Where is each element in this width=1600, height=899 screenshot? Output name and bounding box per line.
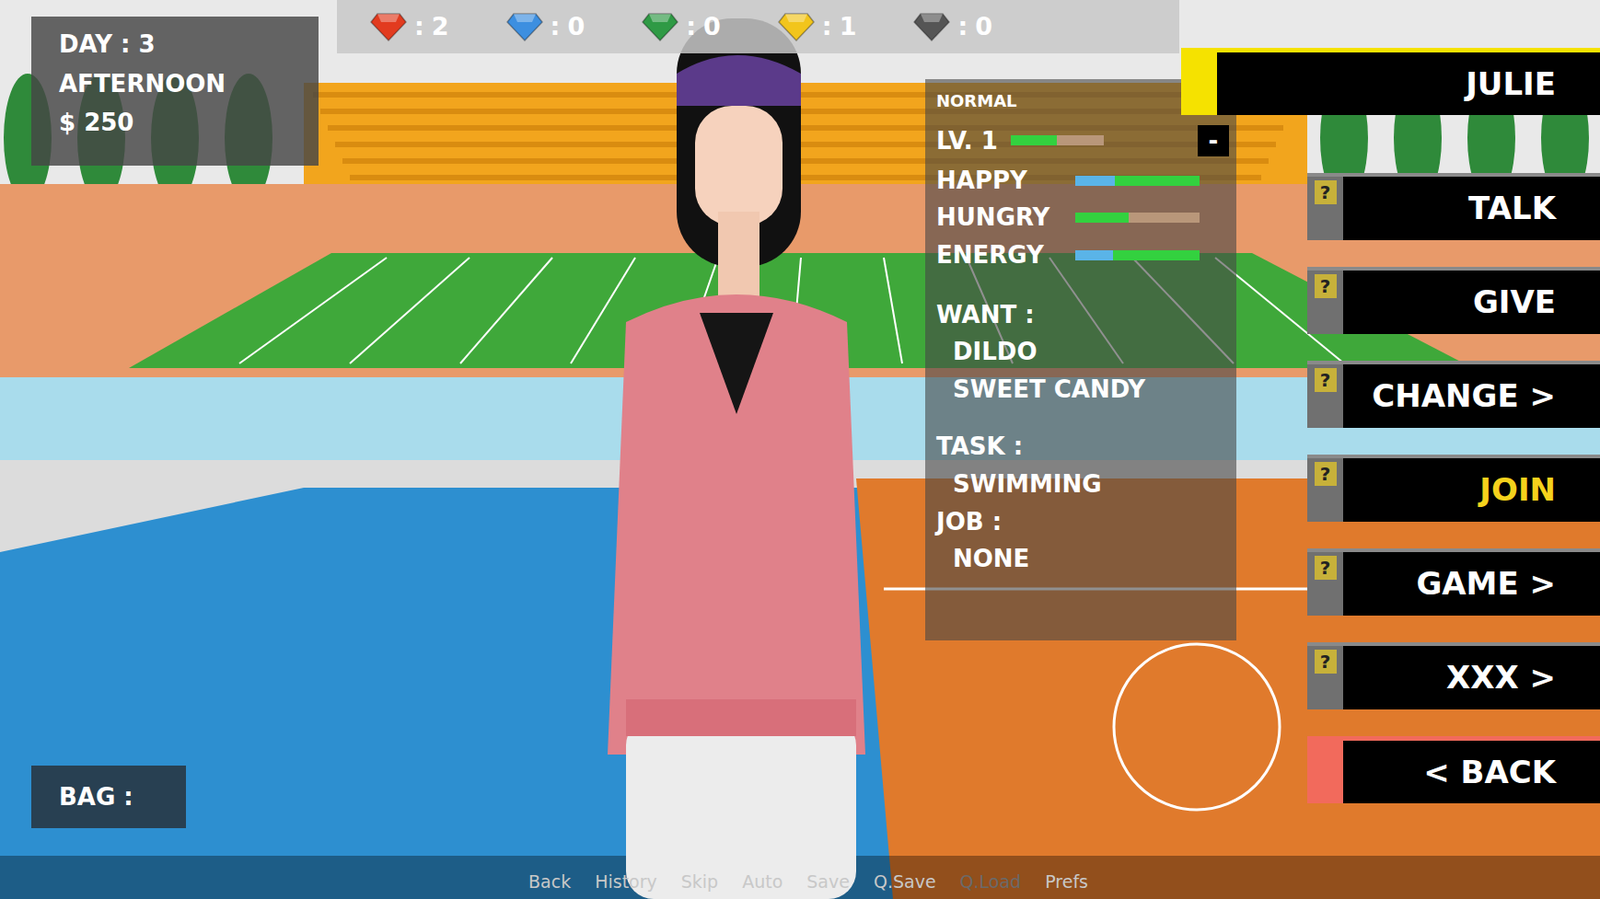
task-value: SWIMMING — [936, 471, 1237, 499]
stat-row: HUNGRY — [936, 204, 1237, 232]
gem-icon — [777, 11, 815, 42]
minimize-button[interactable]: - — [1197, 125, 1229, 157]
stats-panel: NORMALLV. 1-HAPPYHUNGRYENERGYWANT :DILDO… — [925, 79, 1237, 641]
quick-menu-item[interactable]: Back — [528, 869, 571, 896]
gem-icon — [641, 11, 679, 42]
gem-counter: :0 — [641, 8, 721, 47]
quick-menu-item[interactable]: Save — [806, 869, 850, 896]
gem-icon — [506, 11, 544, 42]
gem-icon — [913, 11, 951, 42]
action-menu: ?TALK ?GIVE ?CHANGE > ?JOIN ?GAME > ?XXX > < B… — [1307, 173, 1600, 804]
action-button[interactable]: ?GIVE — [1307, 266, 1600, 335]
job-label: JOB : — [936, 509, 1237, 536]
action-button[interactable]: ?XXX > — [1307, 642, 1600, 710]
quick-menu-item[interactable]: History — [594, 869, 658, 896]
gem-counter: :0 — [913, 8, 993, 47]
task-label: TASK : — [936, 433, 1237, 461]
quick-menu-item[interactable]: Q.Load — [960, 869, 1022, 896]
level-label: LV. 1 — [936, 127, 998, 155]
want-item: DILDO — [936, 338, 1237, 366]
character-name: JULIE — [1465, 60, 1556, 108]
gem-bar: :2 :0 :0 :1 :0 — [336, 0, 1180, 54]
quick-menu-item[interactable]: Skip — [681, 869, 719, 896]
stat-row: HAPPY — [936, 167, 1237, 195]
action-button[interactable]: ?JOIN — [1307, 454, 1600, 522]
gem-counter: :1 — [777, 8, 858, 47]
stat-bar — [1010, 135, 1104, 146]
hint-badge: ? — [1314, 649, 1337, 674]
hint-badge: ? — [1314, 180, 1337, 205]
hint-badge: ? — [1314, 462, 1337, 487]
time-label: AFTERNOON — [58, 70, 291, 98]
action-button[interactable]: ?GAME > — [1307, 548, 1600, 616]
quick-menu: Back History Skip Auto Save Q.Save Q.Load Prefs — [0, 869, 1600, 896]
game-screen: DAY : 3AFTERNOON$ 250:2:0:0:1:0NORMALLV.… — [0, 0, 1600, 899]
bag-panel: BAG : — [31, 765, 186, 829]
quick-menu-item[interactable]: Prefs — [1044, 869, 1089, 896]
hint-badge: ? — [1314, 274, 1337, 299]
hint-badge: ? — [1314, 368, 1337, 393]
stat-bar — [1075, 250, 1200, 261]
money-label: $ 250 — [58, 109, 291, 137]
quick-menu-item[interactable]: Q.Save — [873, 869, 937, 896]
job-value: NONE — [936, 545, 1237, 573]
action-button[interactable]: ?TALK — [1307, 173, 1600, 241]
julie-character — [561, 18, 893, 899]
stat-row: ENERGY — [936, 242, 1237, 269]
want-label: WANT : — [936, 301, 1237, 329]
name-header: JULIE — [1181, 47, 1600, 116]
back-button[interactable]: < BACK — [1307, 736, 1600, 804]
gem-counter: :0 — [506, 8, 586, 47]
action-button[interactable]: ?CHANGE > — [1307, 360, 1600, 429]
gem-counter: :2 — [370, 8, 450, 47]
stat-bar — [1075, 212, 1200, 223]
info-panel: DAY : 3 AFTERNOON $ 250 — [31, 16, 319, 166]
day-label: DAY : 3 — [58, 31, 291, 58]
stat-bar — [1075, 175, 1200, 186]
want-item: SWEET CANDY — [936, 376, 1237, 404]
hint-badge: ? — [1314, 556, 1337, 580]
quick-menu-item[interactable]: Auto — [742, 869, 783, 896]
gem-icon — [370, 11, 407, 42]
